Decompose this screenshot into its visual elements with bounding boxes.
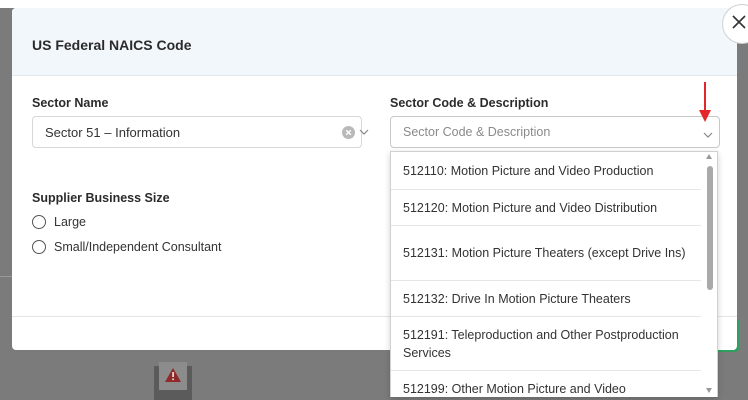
sector-name-label: Sector Name: [32, 96, 109, 110]
chevron-down-icon[interactable]: [703, 132, 713, 139]
sector-code-label: Sector Code & Description: [390, 96, 549, 110]
radio-large-label: Large: [54, 215, 86, 229]
radio-small-independent-label: Small/Independent Consultant: [54, 240, 222, 254]
close-icon[interactable]: [732, 15, 746, 29]
chevron-down-icon[interactable]: [359, 129, 369, 136]
dropdown-option[interactable]: 512120: Motion Picture and Video Distrib…: [391, 190, 701, 226]
modal-header: US Federal NAICS Code: [12, 8, 737, 76]
sector-code-dropdown[interactable]: 512110: Motion Picture and Video Product…: [390, 151, 718, 397]
scroll-up-arrow-icon[interactable]: [706, 154, 712, 159]
dropdown-option[interactable]: 512131: Motion Picture Theaters (except …: [391, 226, 701, 281]
supplier-size-label: Supplier Business Size: [32, 191, 170, 205]
sector-code-placeholder: Sector Code & Description: [403, 125, 551, 139]
radio-large-circle[interactable]: [32, 215, 46, 229]
red-arrow-annotation: [699, 82, 711, 122]
scroll-down-arrow-icon[interactable]: [706, 388, 712, 393]
dropdown-option[interactable]: 512199: Other Motion Picture and Video: [391, 371, 701, 397]
clear-icon[interactable]: [342, 126, 355, 139]
scrollbar-thumb[interactable]: [707, 166, 713, 290]
dropdown-option[interactable]: 512132: Drive In Motion Picture Theaters: [391, 281, 701, 317]
document-warning-icon: [154, 362, 192, 400]
dropdown-option[interactable]: 512191: Teleproduction and Other Postpro…: [391, 317, 701, 371]
radio-small-independent-circle[interactable]: [32, 240, 46, 254]
dropdown-scrollbar[interactable]: [703, 152, 717, 397]
sector-name-value: Sector 51 – Information: [45, 125, 181, 140]
dropdown-option[interactable]: 512110: Motion Picture and Video Product…: [391, 152, 701, 190]
modal-title: US Federal NAICS Code: [32, 37, 192, 53]
sector-name-select[interactable]: Sector 51 – Information: [32, 116, 369, 148]
backdrop-top-strip: [0, 0, 748, 8]
sector-code-select[interactable]: Sector Code & Description: [390, 116, 720, 148]
